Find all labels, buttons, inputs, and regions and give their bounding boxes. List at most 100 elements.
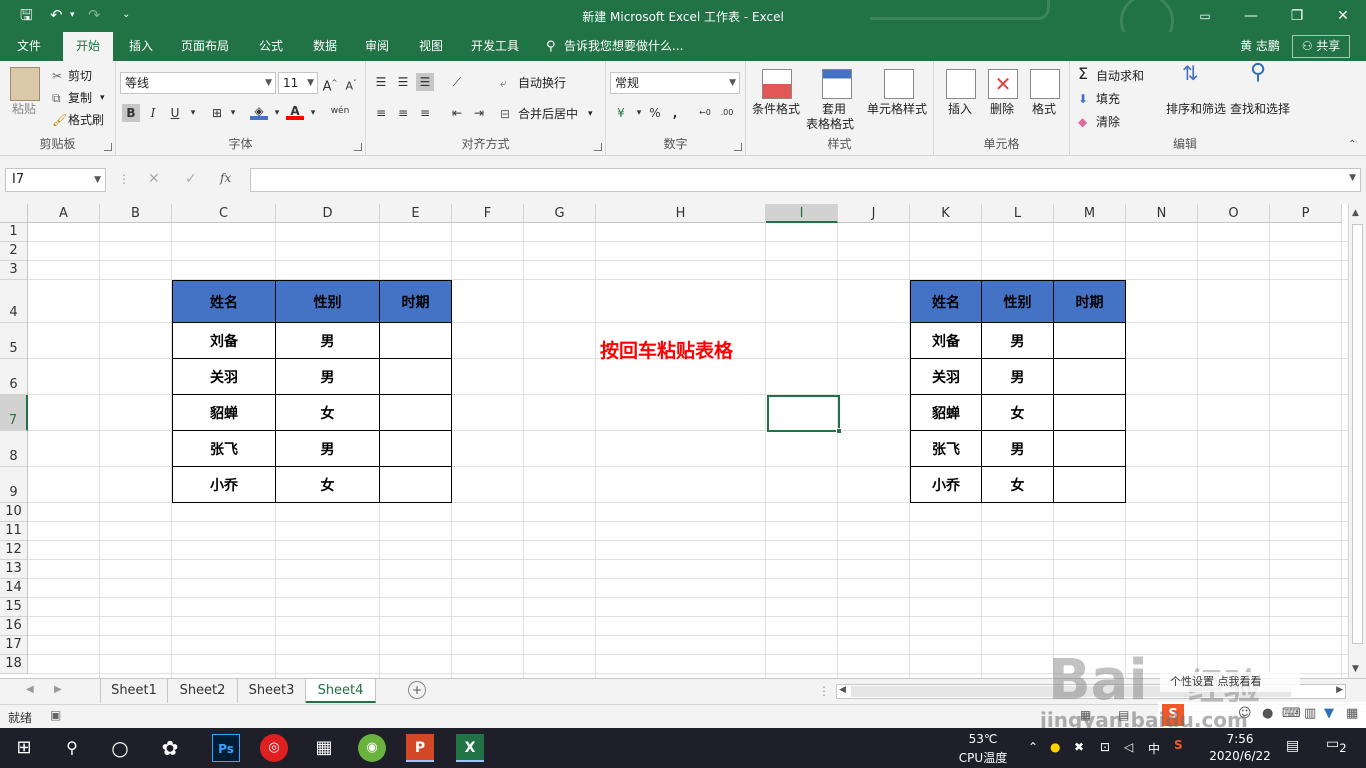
underline-dropdown-icon[interactable]: ▾ xyxy=(184,104,202,122)
underline-button[interactable]: U xyxy=(166,104,184,122)
align-center-icon[interactable]: ≡ xyxy=(394,104,412,122)
sheet-tab-3[interactable]: Sheet3 xyxy=(238,679,306,703)
row-header-16[interactable]: 16 xyxy=(0,617,28,636)
table_right-cell[interactable] xyxy=(1054,323,1126,359)
skin-icon[interactable]: ▥ xyxy=(1304,706,1316,721)
row-header-13[interactable]: 13 xyxy=(0,560,28,579)
table_right-header-cell[interactable]: 时期 xyxy=(1054,280,1126,323)
col-header-P[interactable]: P xyxy=(1270,204,1342,223)
merge-center-button[interactable]: 合并后居中 xyxy=(518,106,578,122)
col-header-H[interactable]: H xyxy=(596,204,766,223)
border-dropdown-icon[interactable]: ▾ xyxy=(224,104,242,122)
expand-formula-icon[interactable]: ▼ xyxy=(1349,173,1356,183)
clock-time[interactable]: 7:56 xyxy=(1210,732,1270,746)
format-as-table-icon[interactable] xyxy=(822,69,852,99)
format-cells-icon[interactable] xyxy=(1030,69,1060,99)
fill-dropdown-icon[interactable]: ▾ xyxy=(268,104,286,122)
fill-button[interactable]: 填充 xyxy=(1096,91,1120,107)
search-icon[interactable]: ⚲ xyxy=(58,734,86,762)
col-header-M[interactable]: M xyxy=(1054,204,1126,223)
name-box[interactable]: I7 ▼ xyxy=(5,168,106,192)
col-header-K[interactable]: K xyxy=(910,204,982,223)
row-header-3[interactable]: 3 xyxy=(0,261,28,280)
clock-date[interactable]: 2020/6/22 xyxy=(1202,749,1278,763)
table_right-cell[interactable]: 女 xyxy=(982,467,1054,503)
toolbox-icon[interactable]: ▦ xyxy=(1346,706,1358,721)
table_left-cell[interactable]: 貂蝉 xyxy=(172,395,276,431)
conditional-format-button[interactable]: 条件格式 xyxy=(752,101,800,117)
row-header-8[interactable]: 8 xyxy=(0,431,28,467)
tab-data[interactable]: 数据 xyxy=(302,32,348,61)
tab-file[interactable]: 文件 xyxy=(6,32,52,61)
font-color-dropdown-icon[interactable]: ▾ xyxy=(304,104,322,122)
table_left-header-cell[interactable]: 时期 xyxy=(380,280,452,323)
decrease-decimal-icon[interactable]: .00 xyxy=(718,104,736,122)
calculator-icon[interactable]: ▦ xyxy=(310,734,338,762)
tab-home[interactable]: 开始 xyxy=(63,32,113,61)
col-header-D[interactable]: D xyxy=(276,204,380,223)
add-sheet-icon[interactable]: + xyxy=(408,681,426,699)
tab-view[interactable]: 视图 xyxy=(408,32,454,61)
insert-cells-button[interactable]: 插入 xyxy=(948,101,972,117)
table_left-cell[interactable]: 男 xyxy=(276,359,380,395)
table_left-cell[interactable] xyxy=(380,359,452,395)
copy-button[interactable]: 复制 xyxy=(68,90,92,106)
col-header-N[interactable]: N xyxy=(1126,204,1198,223)
netease-music-icon[interactable]: ◎ xyxy=(260,734,288,762)
col-header-C[interactable]: C xyxy=(172,204,276,223)
notification-icon[interactable]: ▭2 xyxy=(1326,736,1347,755)
table_left-cell[interactable]: 关羽 xyxy=(172,359,276,395)
collapse-ribbon-icon[interactable]: ⌃ xyxy=(1348,139,1356,150)
wrap-text-button[interactable]: 自动换行 xyxy=(518,75,566,91)
selected-cell-I7[interactable] xyxy=(767,395,842,434)
row-header-17[interactable]: 17 xyxy=(0,636,28,655)
table_left-cell[interactable] xyxy=(380,431,452,467)
browser-360-icon[interactable]: ◉ xyxy=(358,734,386,762)
sheet-tab-1[interactable]: Sheet1 xyxy=(100,679,168,703)
cut-button[interactable]: 剪切 xyxy=(68,68,92,84)
table_left-header-cell[interactable]: 姓名 xyxy=(172,280,276,323)
network-icon[interactable]: ⊡ xyxy=(1100,740,1110,754)
row-header-5[interactable]: 5 xyxy=(0,323,28,359)
table_right-cell[interactable]: 小乔 xyxy=(910,467,982,503)
minimize-button[interactable]: — xyxy=(1228,0,1274,32)
table_left-cell[interactable]: 女 xyxy=(276,395,380,431)
italic-button[interactable]: I xyxy=(144,104,162,122)
bold-button[interactable]: B xyxy=(122,104,140,122)
windows-start-icon[interactable]: ⊞ xyxy=(10,734,38,762)
align-left-icon[interactable]: ≡ xyxy=(372,104,390,122)
scroll-down-icon[interactable]: ▼ xyxy=(1352,664,1359,674)
scroll-left-icon[interactable]: ◀ xyxy=(839,685,846,695)
table_left-cell[interactable]: 女 xyxy=(276,467,380,503)
find-select-button[interactable]: 查找和选择 xyxy=(1230,101,1290,117)
paste-button[interactable]: 粘贴 xyxy=(12,101,36,117)
vertical-scrollbar[interactable]: ▲ ▼ xyxy=(1348,204,1366,678)
col-header-I[interactable]: I xyxy=(766,204,838,223)
security-tray-icon[interactable]: ● xyxy=(1050,740,1060,754)
user-name[interactable]: 黄 志鹏 xyxy=(1234,32,1286,61)
row-header-18[interactable]: 18 xyxy=(0,655,28,674)
volume-icon[interactable]: ◁ xyxy=(1124,740,1133,754)
table_left-cell[interactable]: 小乔 xyxy=(172,467,276,503)
tray-expand-icon[interactable]: ⌃ xyxy=(1028,740,1038,754)
tab-developer[interactable]: 开发工具 xyxy=(462,32,528,61)
row-header-4[interactable]: 4 xyxy=(0,280,28,323)
table_left-cell[interactable]: 男 xyxy=(276,431,380,467)
currency-icon[interactable]: ¥ xyxy=(612,104,630,122)
table_left-cell[interactable] xyxy=(380,467,452,503)
pinwheel-app-icon[interactable]: ✿ xyxy=(156,734,184,762)
col-header-O[interactable]: O xyxy=(1198,204,1270,223)
sheet-tab-2[interactable]: Sheet2 xyxy=(168,679,238,703)
col-header-A[interactable]: A xyxy=(28,204,100,223)
table_right-cell[interactable] xyxy=(1054,359,1126,395)
phonetic-button[interactable]: wén xyxy=(328,102,352,120)
col-header-L[interactable]: L xyxy=(982,204,1054,223)
photoshop-icon[interactable]: Ps xyxy=(212,734,240,762)
tell-me-search[interactable]: 告诉我您想要做什么... xyxy=(564,32,688,61)
tab-formulas[interactable]: 公式 xyxy=(248,32,294,61)
merge-dropdown-icon[interactable]: ▾ xyxy=(588,106,593,122)
row-header-9[interactable]: 9 xyxy=(0,467,28,503)
row-header-11[interactable]: 11 xyxy=(0,522,28,541)
table_right-cell[interactable]: 男 xyxy=(982,431,1054,467)
table_right-cell[interactable]: 关羽 xyxy=(910,359,982,395)
